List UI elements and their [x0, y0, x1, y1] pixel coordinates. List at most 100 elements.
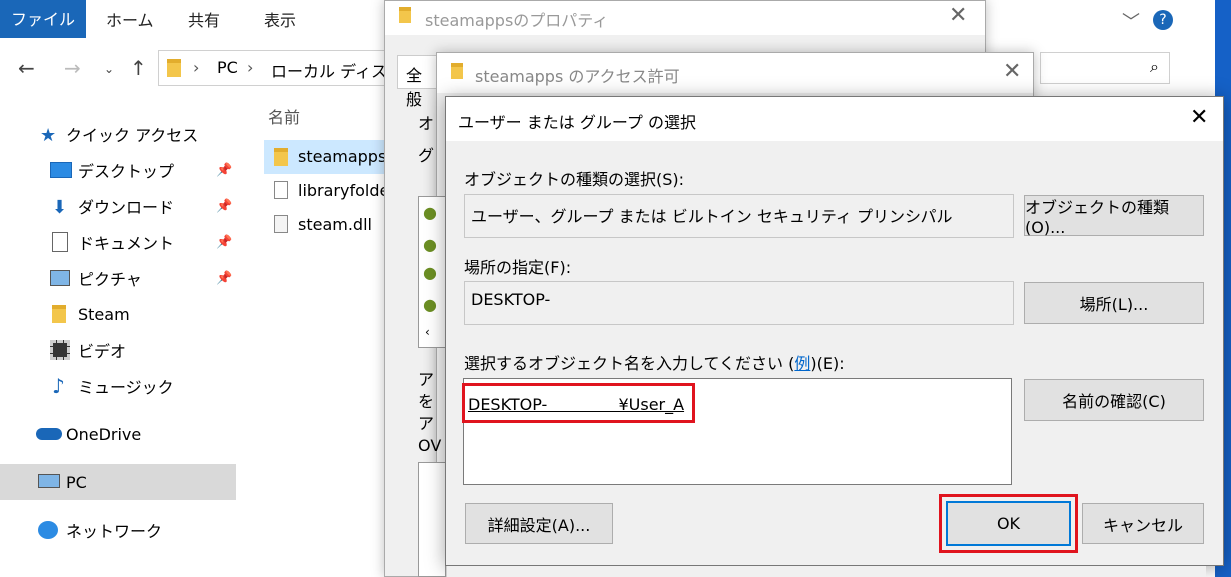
search-box[interactable]: ⌕: [1040, 52, 1170, 84]
file-name: steam.dll: [298, 215, 372, 234]
pin-icon[interactable]: 📌: [216, 163, 232, 178]
sidebar-item-music[interactable]: ♪ ミュージック: [0, 368, 236, 404]
sidebar-item-label: ピクチャ: [78, 270, 142, 289]
chevron-down-icon[interactable]: ﹀: [1122, 8, 1140, 34]
sidebar-item-downloads[interactable]: ⬇ ダウンロード 📌: [0, 188, 236, 224]
sidebar-item-label: ネットワーク: [66, 522, 163, 541]
star-icon: ★: [40, 125, 57, 146]
examples-link[interactable]: 例: [794, 354, 810, 373]
scroll-left-icon[interactable]: ‹: [425, 325, 430, 339]
partial-text: OV: [418, 436, 442, 455]
computer-icon: [38, 474, 60, 488]
highlight-box-ok: [939, 494, 1078, 553]
address-bar[interactable]: › PC › ローカル ディスク: [158, 50, 403, 86]
dialog-titlebar: ユーザー または グループ の選択 ✕: [446, 97, 1223, 141]
highlight-box-name: [462, 383, 695, 423]
cancel-button[interactable]: キャンセル: [1082, 503, 1204, 544]
close-icon[interactable]: ✕: [1003, 59, 1021, 84]
pin-icon[interactable]: 📌: [216, 271, 232, 286]
sidebar-item-documents[interactable]: ドキュメント 📌: [0, 224, 236, 260]
user-icon: ●: [423, 235, 437, 254]
close-icon[interactable]: ✕: [949, 3, 967, 28]
object-types-button[interactable]: オブジェクトの種類(O)...: [1024, 195, 1204, 237]
dll-file-icon: [274, 215, 288, 233]
breadcrumb-separator: ›: [247, 58, 254, 77]
locations-button[interactable]: 場所(L)...: [1024, 282, 1204, 324]
partial-owner-row: [446, 566, 1206, 577]
folder-icon: [274, 148, 288, 166]
enter-label-suffix: )(E):: [810, 354, 845, 373]
sidebar-item-network[interactable]: ネットワーク: [0, 512, 236, 548]
pin-icon[interactable]: 📌: [216, 199, 232, 214]
forward-arrow-icon[interactable]: →: [64, 56, 81, 80]
location-field: DESKTOP-: [464, 281, 1014, 325]
sidebar-item-label: ビデオ: [78, 342, 127, 361]
sidebar-item-steam[interactable]: Steam: [0, 296, 236, 332]
file-name: libraryfolde: [298, 181, 390, 200]
partial-text: ア: [418, 414, 435, 433]
sidebar-item-pc[interactable]: PC: [0, 464, 236, 500]
breadcrumb-pc[interactable]: PC: [217, 58, 238, 77]
partial-text: ア: [418, 370, 435, 389]
help-icon[interactable]: ?: [1153, 10, 1173, 30]
document-icon: [52, 232, 68, 252]
object-type-label: オブジェクトの種類の選択(S):: [464, 170, 685, 189]
partial-text: グ: [418, 146, 435, 165]
sidebar-item-label: デスクトップ: [78, 162, 175, 181]
tab-share[interactable]: 共有: [188, 0, 220, 44]
sidebar-item-label: ドキュメント: [78, 234, 175, 253]
folder-icon: [167, 59, 181, 77]
folder-icon: [399, 7, 411, 23]
close-icon[interactable]: ✕: [1190, 105, 1208, 130]
partial-list[interactable]: [418, 462, 446, 577]
sidebar-item-onedrive[interactable]: OneDrive: [0, 416, 236, 452]
partial-text: を: [418, 392, 435, 411]
recent-chevron-icon[interactable]: ⌄: [104, 62, 114, 76]
folder-icon: [52, 305, 66, 323]
download-icon: ⬇: [52, 197, 68, 218]
breadcrumb-separator: ›: [193, 58, 200, 77]
back-arrow-icon[interactable]: ←: [18, 56, 35, 80]
sidebar-item-videos[interactable]: ビデオ: [0, 332, 236, 368]
list-item[interactable]: libraryfolde: [264, 174, 398, 208]
file-list: 名前 steamapps libraryfolde steam.dll: [260, 96, 400, 577]
window-title: steamapps のアクセス許可: [475, 67, 680, 86]
list-item[interactable]: steam.dll: [264, 208, 398, 242]
window-title: steamappsのプロパティ: [425, 11, 609, 30]
tab-view[interactable]: 表示: [264, 0, 296, 44]
check-names-button[interactable]: 名前の確認(C): [1024, 379, 1204, 421]
navigation-pane: ★ クイック アクセス デスクトップ 📌 ⬇ ダウンロード 📌 ドキュメント 📌…: [0, 96, 240, 577]
properties-titlebar: steamappsのプロパティ ✕: [385, 1, 985, 35]
file-icon: [274, 181, 288, 199]
music-note-icon: ♪: [52, 374, 65, 398]
sidebar-item-label: クイック アクセス: [66, 126, 199, 145]
network-icon: [38, 521, 58, 539]
folder-icon: [451, 63, 463, 79]
object-type-field: ユーザー、グループ または ビルトイン セキュリティ プリンシパル: [464, 194, 1014, 238]
pin-icon[interactable]: 📌: [216, 235, 232, 250]
partial-user-list[interactable]: ● ● ● ● ‹: [418, 196, 446, 348]
advanced-button[interactable]: 詳細設定(A)...: [465, 503, 613, 544]
search-icon: ⌕: [1150, 57, 1159, 76]
user-icon: ●: [423, 263, 437, 282]
sidebar-item-label: Steam: [78, 304, 130, 324]
tab-file[interactable]: ファイル: [0, 0, 86, 38]
user-icon: ●: [423, 203, 437, 222]
partial-text: オ: [418, 114, 435, 133]
sidebar-item-label: OneDrive: [66, 424, 142, 444]
tab-home[interactable]: ホーム: [106, 0, 154, 44]
sidebar-item-label: ミュージック: [78, 378, 174, 397]
enter-object-label: 選択するオブジェクト名を入力してください (例)(E):: [464, 350, 845, 374]
column-header-name[interactable]: 名前: [268, 104, 300, 128]
access-titlebar: steamapps のアクセス許可 ✕: [437, 53, 1033, 93]
picture-icon: [50, 270, 70, 286]
up-arrow-icon[interactable]: ↑: [130, 56, 147, 80]
sidebar-item-desktop[interactable]: デスクトップ 📌: [0, 152, 236, 188]
sidebar-item-label: PC: [66, 472, 87, 492]
sidebar-item-quick-access[interactable]: ★ クイック アクセス: [0, 116, 236, 152]
sidebar-item-pictures[interactable]: ピクチャ 📌: [0, 260, 236, 296]
desktop-icon: [50, 162, 72, 178]
list-item[interactable]: steamapps: [264, 140, 398, 174]
location-label: 場所の指定(F):: [464, 258, 572, 277]
user-icon: ●: [423, 295, 437, 314]
